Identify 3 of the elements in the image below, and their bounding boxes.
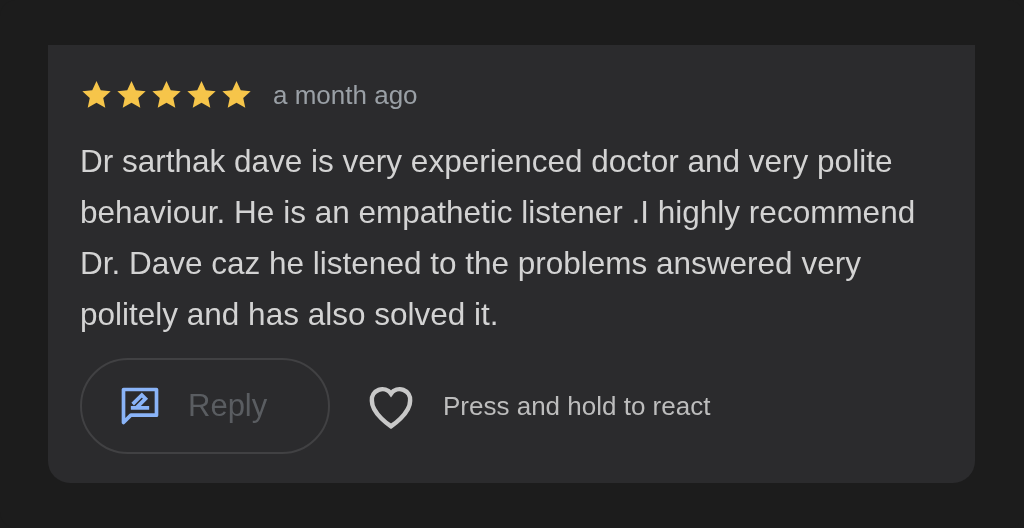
react-hint: Press and hold to react xyxy=(443,390,711,422)
review-time: a month ago xyxy=(273,80,418,111)
review-text: Dr sarthak dave is very experienced doctor and very polite behaviour. He is an empathetic listener .I highly recommend Dr. Dave caz he listened to the problems answered very politely and has also solved it. xyxy=(80,142,917,334)
